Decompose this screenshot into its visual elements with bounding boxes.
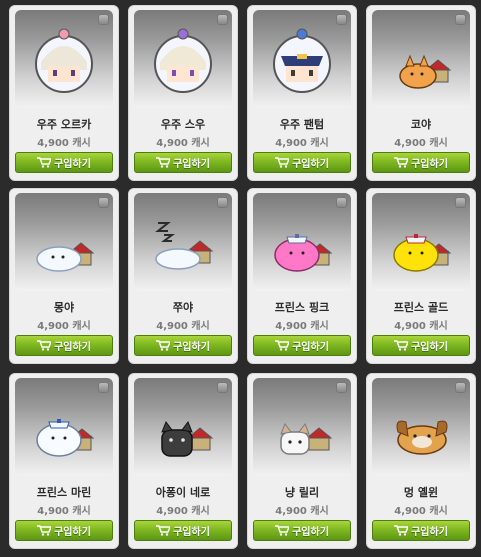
cart-icon — [275, 340, 290, 351]
cart-icon — [394, 525, 409, 536]
product-price: 4,900 캐시 — [394, 506, 448, 517]
buy-button[interactable]: 구입하기 — [253, 520, 351, 541]
product-image — [134, 193, 232, 291]
space-helmet-pet-icon — [273, 28, 331, 93]
product-price: 4,900 캐시 — [156, 506, 210, 517]
white-cat-pet-icon — [280, 422, 333, 455]
product-card[interactable]: 냥 릴리 4,900 캐시 구입하기 — [247, 373, 357, 549]
cart-icon — [394, 157, 409, 168]
cart-icon — [156, 525, 171, 536]
pink-seal-pet-icon — [274, 234, 333, 272]
sleeping-seal-pet-icon — [155, 222, 214, 270]
product-name: 프린스 핑크 — [274, 301, 330, 314]
buy-button[interactable]: 구입하기 — [15, 520, 113, 541]
orange-pet-icon — [399, 54, 452, 89]
product-card[interactable]: 쭈야 4,900 캐시 구입하기 — [128, 188, 238, 364]
product-price: 4,900 캐시 — [394, 138, 448, 149]
product-card[interactable]: 프린스 마린 4,900 캐시 구입하기 — [9, 373, 119, 549]
buy-button-label: 구입하기 — [411, 342, 448, 353]
product-name: 우주 스우 — [160, 118, 206, 131]
product-card[interactable]: 아퐁이 네로 4,900 캐시 구입하기 — [128, 373, 238, 549]
product-card[interactable]: 프린스 골드 4,900 캐시 구입하기 — [366, 188, 476, 364]
product-price: 4,900 캐시 — [275, 321, 329, 332]
product-price: 4,900 캐시 — [275, 138, 329, 149]
product-price: 4,900 캐시 — [394, 321, 448, 332]
gold-seal-pet-icon — [393, 234, 452, 272]
buy-button-label: 구입하기 — [54, 159, 91, 170]
pet-shop-grid: 우주 오르카 4,900 캐시 구입하기 우주 스우 4,900 캐시 구입하기 — [0, 0, 481, 557]
buy-button-label: 구입하기 — [292, 342, 329, 353]
buy-button-label: 구입하기 — [173, 159, 210, 170]
product-image — [253, 378, 351, 476]
product-name: 우주 오르카 — [36, 118, 92, 131]
cart-icon — [37, 525, 52, 536]
product-card[interactable]: 우주 팬텀 4,900 캐시 구입하기 — [247, 5, 357, 181]
buy-button[interactable]: 구입하기 — [253, 152, 351, 173]
product-price: 4,900 캐시 — [156, 138, 210, 149]
space-helmet-pet-icon — [35, 28, 93, 93]
cart-icon — [156, 157, 171, 168]
buy-button-label: 구입하기 — [292, 527, 329, 538]
product-name: 아퐁이 네로 — [155, 486, 211, 499]
cart-icon — [37, 340, 52, 351]
dog-pet-icon — [396, 420, 448, 455]
product-image — [134, 10, 232, 108]
product-image — [134, 378, 232, 476]
product-image — [372, 193, 470, 291]
product-name: 프린스 골드 — [393, 301, 449, 314]
product-card[interactable]: 몽야 4,900 캐시 구입하기 — [9, 188, 119, 364]
product-price: 4,900 캐시 — [37, 321, 91, 332]
product-image — [15, 378, 113, 476]
buy-button[interactable]: 구입하기 — [372, 520, 470, 541]
buy-button-label: 구입하기 — [173, 527, 210, 538]
product-name: 프린스 마린 — [36, 486, 92, 499]
buy-button[interactable]: 구입하기 — [372, 335, 470, 356]
product-image — [253, 193, 351, 291]
buy-button[interactable]: 구입하기 — [15, 152, 113, 173]
white-seal-pet-icon — [36, 242, 95, 272]
product-image — [15, 193, 113, 291]
buy-button[interactable]: 구입하기 — [134, 335, 232, 356]
product-name: 몽야 — [53, 301, 75, 314]
buy-button[interactable]: 구입하기 — [15, 335, 113, 356]
product-image — [15, 10, 113, 108]
product-price: 4,900 캐시 — [156, 321, 210, 332]
buy-button-label: 구입하기 — [292, 159, 329, 170]
product-name: 냥 릴리 — [284, 486, 320, 499]
marine-seal-pet-icon — [36, 419, 95, 457]
product-name: 쭈야 — [172, 301, 194, 314]
cart-icon — [37, 157, 52, 168]
product-card[interactable]: 프린스 핑크 4,900 캐시 구입하기 — [247, 188, 357, 364]
cart-icon — [275, 525, 290, 536]
cart-icon — [275, 157, 290, 168]
cart-icon — [156, 340, 171, 351]
buy-button-label: 구입하기 — [54, 527, 91, 538]
buy-button-label: 구입하기 — [411, 159, 448, 170]
product-image — [372, 10, 470, 108]
buy-button[interactable]: 구입하기 — [253, 335, 351, 356]
space-helmet-pet-icon — [154, 28, 212, 93]
product-name: 멍 옐윈 — [403, 486, 439, 499]
buy-button-label: 구입하기 — [54, 342, 91, 353]
buy-button-label: 구입하기 — [411, 527, 448, 538]
product-name: 코야 — [410, 118, 432, 131]
buy-button-label: 구입하기 — [173, 342, 210, 353]
buy-button[interactable]: 구입하기 — [134, 520, 232, 541]
product-card[interactable]: 코야 4,900 캐시 구입하기 — [366, 5, 476, 181]
product-card[interactable]: 멍 옐윈 4,900 캐시 구입하기 — [366, 373, 476, 549]
buy-button[interactable]: 구입하기 — [134, 152, 232, 173]
product-name: 우주 팬텀 — [279, 118, 325, 131]
product-price: 4,900 캐시 — [37, 138, 91, 149]
product-image — [372, 378, 470, 476]
product-price: 4,900 캐시 — [275, 506, 329, 517]
cart-icon — [394, 340, 409, 351]
product-image — [253, 10, 351, 108]
product-card[interactable]: 우주 스우 4,900 캐시 구입하기 — [128, 5, 238, 181]
product-card[interactable]: 우주 오르카 4,900 캐시 구입하기 — [9, 5, 119, 181]
black-cat-pet-icon — [161, 420, 214, 457]
product-price: 4,900 캐시 — [37, 506, 91, 517]
buy-button[interactable]: 구입하기 — [372, 152, 470, 173]
